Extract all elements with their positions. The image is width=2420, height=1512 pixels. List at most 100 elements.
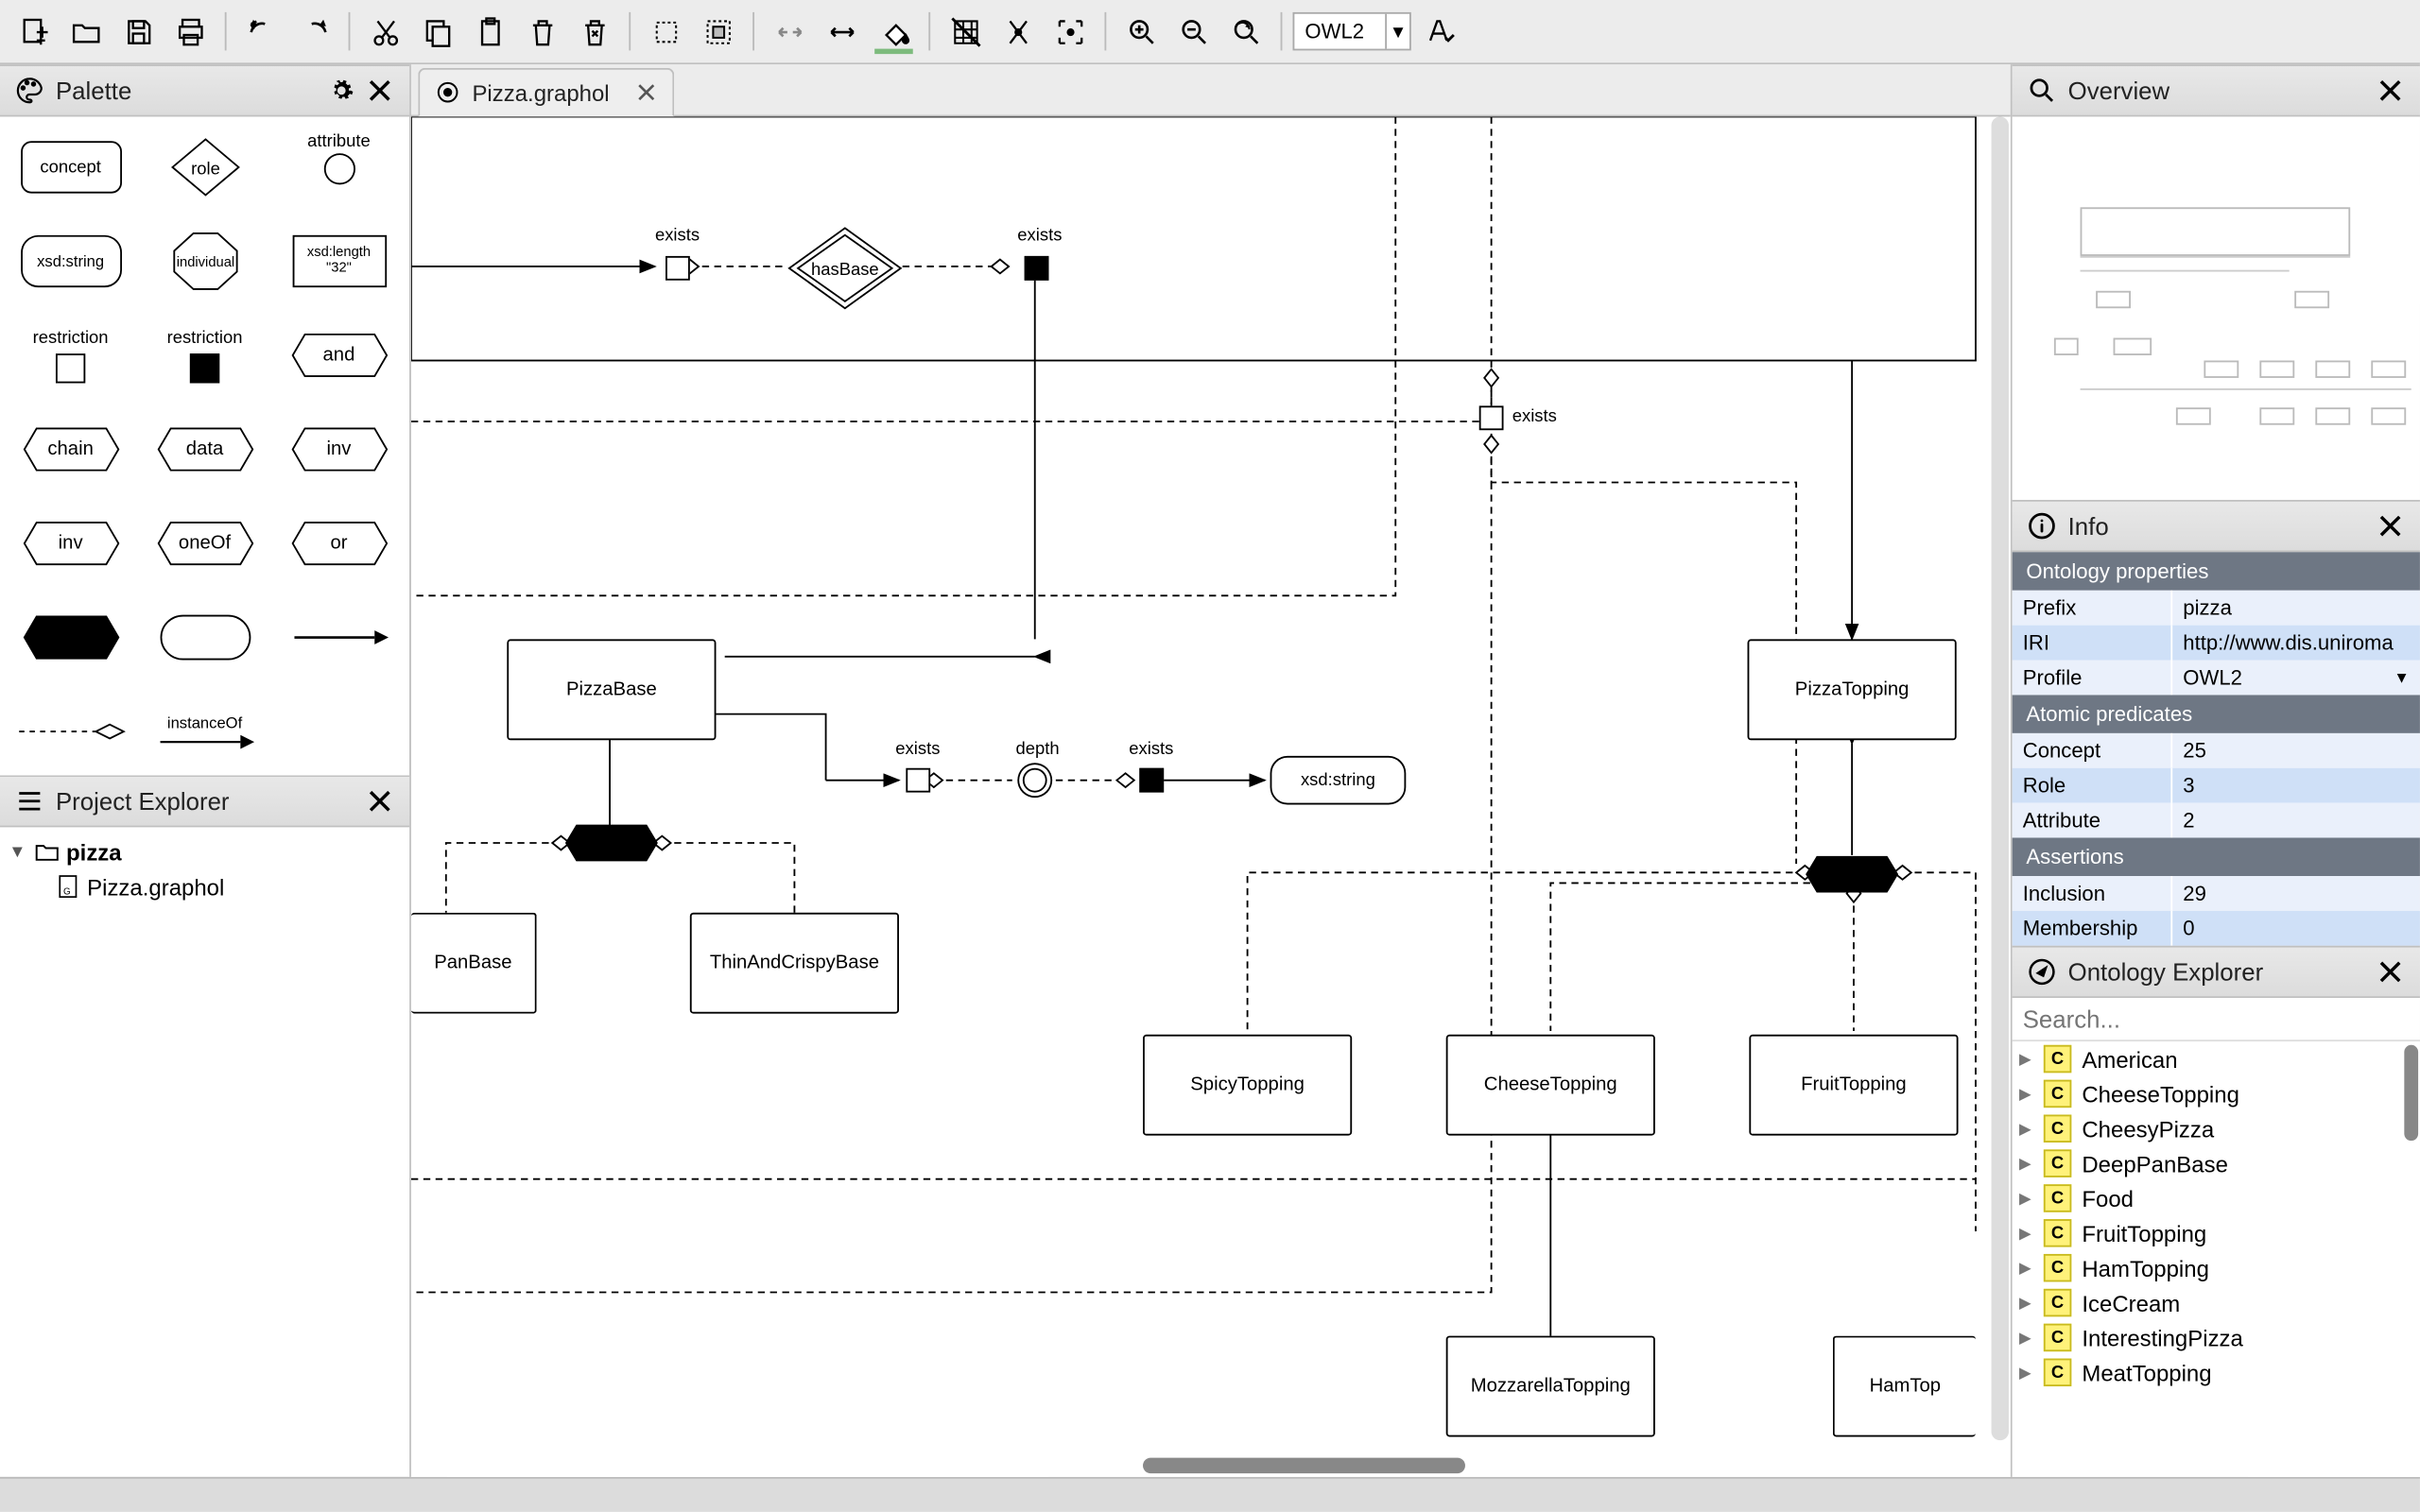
chevron-down-icon: ▾	[1385, 14, 1409, 49]
clear-button[interactable]	[570, 7, 619, 56]
node-xsdstring[interactable]: xsd:string	[1270, 756, 1407, 805]
file-node[interactable]: G Pizza.graphol	[4, 869, 406, 904]
node-exists-black[interactable]	[1025, 256, 1049, 281]
svg-text:G: G	[63, 887, 71, 898]
node-pizzatopping[interactable]: PizzaTopping	[1748, 639, 1957, 740]
center-button[interactable]	[1046, 7, 1095, 56]
flip-h-button[interactable]	[765, 7, 814, 56]
label-exists: exists	[1129, 740, 1173, 759]
open-button[interactable]	[61, 7, 111, 56]
ontology-item[interactable]: ▶CFood	[2013, 1181, 2420, 1216]
node-exists-white[interactable]	[906, 768, 930, 793]
node-exists-black[interactable]	[1139, 768, 1164, 793]
paste-button[interactable]	[465, 7, 514, 56]
copy-button[interactable]	[413, 7, 462, 56]
syntax-check-button[interactable]	[1415, 7, 1464, 56]
close-icon[interactable]	[633, 80, 658, 105]
new-file-button[interactable]	[9, 7, 58, 56]
overview-minimap[interactable]	[2013, 116, 2420, 499]
palette-chain[interactable]: chain	[11, 409, 130, 490]
gear-icon[interactable]	[326, 75, 357, 106]
concept-badge: C	[2044, 1359, 2071, 1386]
toolbar-separator	[928, 12, 930, 51]
palette-role[interactable]: role	[146, 128, 264, 208]
palette-dashed-diamond[interactable]	[11, 692, 130, 772]
node-thincrispy[interactable]: ThinAndCrispyBase	[690, 913, 899, 1014]
zoom-in-button[interactable]	[1116, 7, 1166, 56]
ontology-item[interactable]: ▶CHamTopping	[2013, 1250, 2420, 1285]
close-icon[interactable]	[2375, 75, 2406, 106]
node-mozzarella[interactable]: MozzarellaTopping	[1446, 1336, 1655, 1437]
ontology-item[interactable]: ▶CFruitTopping	[2013, 1215, 2420, 1250]
snap-button[interactable]	[994, 7, 1043, 56]
close-icon[interactable]	[364, 785, 395, 816]
ontology-item[interactable]: ▶CMeatTopping	[2013, 1355, 2420, 1390]
ontology-item[interactable]: ▶CCheesyPizza	[2013, 1111, 2420, 1146]
palette-inv2[interactable]: inv	[11, 504, 130, 584]
overview-header: Overview	[2013, 64, 2420, 116]
palette-arrow[interactable]	[280, 597, 398, 678]
palette-oneOf[interactable]: oneOf	[146, 504, 264, 584]
diagram-canvas[interactable]: hasBase exists exists exists PizzaBase P…	[411, 116, 2011, 1476]
print-button[interactable]	[165, 7, 215, 56]
palette-hex-black[interactable]	[11, 597, 130, 678]
palette-concept[interactable]: concept	[11, 128, 130, 208]
node-spicytopping[interactable]: SpicyTopping	[1143, 1035, 1352, 1136]
zoom-out-button[interactable]	[1169, 7, 1219, 56]
palette-individual[interactable]: individual	[146, 221, 264, 301]
close-icon[interactable]	[2375, 956, 2406, 988]
node-fruittopping[interactable]: FruitTopping	[1749, 1035, 1958, 1136]
node-disjoint[interactable]	[564, 824, 659, 863]
palette-instanceof[interactable]: instanceOf	[146, 692, 264, 772]
palette-xsdstring[interactable]: xsd:string	[11, 221, 130, 301]
node-cheesetopping[interactable]: CheeseTopping	[1446, 1035, 1655, 1136]
ontology-item[interactable]: ▶CAmerican	[2013, 1041, 2420, 1076]
canvas-scrollbar-horizontal[interactable]	[411, 1456, 1990, 1477]
node-panbase[interactable]: PanBase	[411, 913, 537, 1014]
node-exists-white[interactable]	[1479, 405, 1504, 430]
node-hasbase[interactable]: hasBase	[784, 225, 899, 308]
zoom-reset-button[interactable]	[1221, 7, 1270, 56]
ontology-scrollbar[interactable]	[2404, 1045, 2418, 1141]
project-node[interactable]: ▼ pizza	[4, 834, 406, 869]
close-icon[interactable]	[2375, 510, 2406, 541]
node-exists-white[interactable]	[666, 256, 690, 281]
tab-pizza[interactable]: Pizza.graphol	[418, 68, 674, 117]
fill-button[interactable]	[870, 7, 919, 56]
node-pizzabase[interactable]: PizzaBase	[507, 639, 716, 740]
save-button[interactable]	[113, 7, 163, 56]
node-attribute[interactable]	[1023, 768, 1047, 793]
ontology-item[interactable]: ▶CIceCream	[2013, 1285, 2420, 1320]
delete-button[interactable]	[517, 7, 566, 56]
canvas-scrollbar-vertical[interactable]	[1990, 116, 2011, 1455]
cut-button[interactable]	[361, 7, 410, 56]
select-button[interactable]	[641, 7, 690, 56]
grid-off-button[interactable]	[941, 7, 990, 56]
palette-data[interactable]: data	[146, 409, 264, 490]
chevron-right-icon: ▶	[2019, 1189, 2040, 1208]
palette-restriction-white[interactable]: restriction	[11, 316, 130, 396]
palette-datatype[interactable]: xsd:length"32"	[280, 221, 398, 301]
node-hamtopping[interactable]: HamTop	[1833, 1336, 1976, 1437]
ontology-item[interactable]: ▶CInterestingPizza	[2013, 1320, 2420, 1355]
profile-select[interactable]: OWL2 ▾	[1293, 12, 1411, 51]
palette-or[interactable]: or	[280, 504, 398, 584]
palette-pill[interactable]	[146, 597, 264, 678]
close-icon[interactable]	[364, 75, 395, 106]
search-icon	[2026, 75, 2057, 106]
ontology-search-input[interactable]	[2013, 998, 2420, 1041]
resize-h-button[interactable]	[817, 7, 866, 56]
concept-badge: C	[2044, 1254, 2071, 1281]
info-row-profile[interactable]: ProfileOWL2▼	[2013, 660, 2420, 695]
select-area-button[interactable]	[694, 7, 743, 56]
ontology-item[interactable]: ▶CCheeseTopping	[2013, 1076, 2420, 1111]
chevron-right-icon: ▶	[2019, 1154, 2040, 1173]
node-disjoint[interactable]	[1805, 855, 1899, 894]
palette-attribute[interactable]: attribute	[280, 128, 398, 208]
redo-button[interactable]	[289, 7, 338, 56]
ontology-item[interactable]: ▶CDeepPanBase	[2013, 1146, 2420, 1181]
palette-inv1[interactable]: inv	[280, 409, 398, 490]
undo-button[interactable]	[237, 7, 286, 56]
palette-restriction-black[interactable]: restriction	[146, 316, 264, 396]
palette-and[interactable]: and	[280, 316, 398, 396]
